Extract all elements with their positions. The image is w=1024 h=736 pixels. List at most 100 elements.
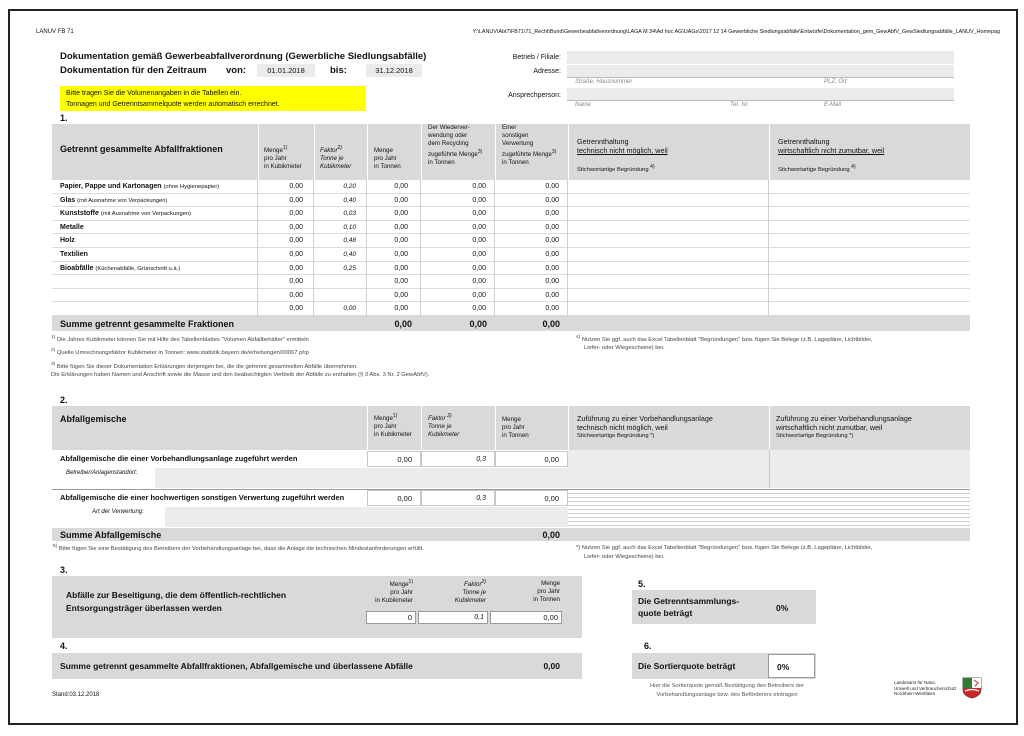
faktor-value: 0,40 <box>314 193 367 208</box>
section3-number: 3. <box>60 565 68 575</box>
wv-input[interactable]: 0,00 <box>421 180 495 194</box>
wv-input[interactable]: 0,00 <box>421 302 495 316</box>
table-row: Papier, Pappe und Kartonagen (ohne Hygie… <box>52 180 970 194</box>
wv-input[interactable]: 0,00 <box>421 275 495 289</box>
fraction-note: (ohne Hygienepapier) <box>163 184 220 190</box>
reason-tech-input[interactable] <box>568 207 769 221</box>
reason-econ-input[interactable] <box>769 262 970 276</box>
sv-input[interactable]: 0,00 <box>495 248 568 262</box>
strasse-hint: Straße, Hausnummer <box>575 79 633 85</box>
s1-col-menge: Menge1) pro Jahr in Kubikmeter <box>264 145 302 171</box>
tonnen-value: 0,00 <box>367 302 421 316</box>
wv-input[interactable]: 0,00 <box>421 234 495 248</box>
fraction-name: Kunststoffe <box>60 210 99 218</box>
faktor-value <box>314 288 367 303</box>
menge-input[interactable]: 0,00 <box>258 261 314 276</box>
s2-row1-tonnen: 0,00 <box>495 451 568 467</box>
reason-tech-input[interactable] <box>568 220 769 235</box>
menge-input[interactable]: 0,00 <box>258 248 314 262</box>
reason-econ-input[interactable] <box>769 180 970 194</box>
menge-input[interactable]: 0,00 <box>258 275 314 289</box>
s3-menge-input[interactable]: 0 <box>366 611 416 624</box>
menge-input[interactable]: 0,00 <box>258 234 314 248</box>
reason-econ-input[interactable] <box>769 234 970 248</box>
tonnen-value: 0,00 <box>367 220 421 235</box>
wv-input[interactable]: 0,00 <box>421 193 495 208</box>
s1-sum-label: Summe getrennt gesammelte Fraktionen <box>60 319 235 329</box>
sv-input[interactable]: 0,00 <box>495 275 568 289</box>
s2-row1-sub-label: Betreiber/Anlagenstandort: <box>66 470 138 476</box>
bis-label: bis: <box>330 65 347 76</box>
s2-row2-reason-area[interactable] <box>568 490 970 528</box>
menge-input[interactable]: 0,00 <box>258 180 314 194</box>
s2-row1-label: Abfallgemische die einer Vorbehandlungsa… <box>60 454 298 463</box>
faktor-value: 0,10 <box>314 220 367 235</box>
sv-input[interactable]: 0,00 <box>495 234 568 248</box>
menge-input[interactable]: 0,00 <box>258 302 314 316</box>
sv-input[interactable]: 0,00 <box>495 180 568 194</box>
s2-col-menge: Menge1) pro Jahr in Kubikmeter <box>374 413 412 439</box>
menge-input[interactable]: 0,00 <box>258 288 314 303</box>
sv-input[interactable]: 0,00 <box>495 207 568 221</box>
fraction-note: (mit Ausnahme von Verpackungen) <box>100 211 192 218</box>
reason-econ-input[interactable] <box>769 289 970 303</box>
reason-tech-input[interactable] <box>568 180 769 194</box>
section6-number: 6. <box>644 641 652 651</box>
menge-input[interactable]: 0,00 <box>258 220 314 235</box>
reason-tech-input[interactable] <box>568 302 769 316</box>
verwertung-field[interactable] <box>165 507 568 527</box>
wv-input[interactable]: 0,00 <box>421 288 495 303</box>
row-name: Bioabfälle (Küchenabfälle, Grünschnitt u… <box>52 261 258 276</box>
s2-row1-menge[interactable]: 0,00 <box>367 451 421 467</box>
betreiber-field[interactable] <box>155 468 568 488</box>
reason-tech-input[interactable] <box>568 261 769 276</box>
reason-econ-input[interactable] <box>769 207 970 221</box>
sv-input[interactable]: 0,00 <box>495 261 568 276</box>
reason-tech-input[interactable] <box>568 275 769 289</box>
s1-col-sv: Einer sonstigen Verwertung zugeführte Me… <box>502 124 557 167</box>
von-date-field[interactable]: 01.01.2018 <box>257 64 315 77</box>
reason-econ-input[interactable] <box>769 302 970 316</box>
stand-date: Stand:03.12.2018 <box>52 692 100 698</box>
menge-input[interactable]: 0,00 <box>258 193 314 208</box>
sv-input[interactable]: 0,00 <box>495 193 568 208</box>
email-hint: E-Mail <box>824 102 842 108</box>
s6-value-input[interactable]: 0% <box>768 654 815 678</box>
wv-input[interactable]: 0,00 <box>421 248 495 262</box>
sv-input[interactable]: 0,00 <box>495 302 568 316</box>
reason-tech-input[interactable] <box>568 234 769 248</box>
s1-sum-wv: 0,00 <box>469 319 487 329</box>
betrieb-label: Betrieb / Filiale: <box>512 54 561 61</box>
bis-date-field[interactable]: 31.12.2018 <box>366 64 422 77</box>
s2-col-v2: Zuführung zu einer Vorbehandlungsanlage … <box>776 414 912 439</box>
sv-input[interactable]: 0,00 <box>495 288 568 303</box>
row-name <box>52 275 258 289</box>
reason-econ-input[interactable] <box>769 275 970 289</box>
table-row: Kunststoffe (mit Ausnahme von Verpackung… <box>52 207 970 221</box>
reason-tech-input[interactable] <box>568 288 769 303</box>
reason-tech-input[interactable] <box>568 193 769 208</box>
adresse-field[interactable] <box>567 65 954 77</box>
ansprech-field[interactable] <box>567 88 954 100</box>
s1-sum-sv: 0,00 <box>542 319 560 329</box>
reason-tech-input[interactable] <box>568 248 769 262</box>
tonnen-value: 0,00 <box>367 261 421 276</box>
betrieb-field[interactable] <box>567 51 954 64</box>
wv-input[interactable]: 0,00 <box>421 261 495 276</box>
menge-input[interactable]: 0,00 <box>258 207 314 221</box>
faktor-value: 0,00 <box>314 302 367 316</box>
section2-heading: Abfallgemische <box>60 414 127 424</box>
tonnen-value: 0,00 <box>367 193 421 208</box>
wv-input[interactable]: 0,00 <box>421 220 495 235</box>
section1-number: 1. <box>60 113 68 123</box>
table-row: Bioabfälle (Küchenabfälle, Grünschnitt u… <box>52 261 970 276</box>
wv-input[interactable]: 0,00 <box>421 207 495 221</box>
table-row: 0,00 0,00 0,00 0,00 0,00 <box>52 302 970 316</box>
reason-econ-input[interactable] <box>769 248 970 262</box>
reason-econ-input[interactable] <box>769 221 970 235</box>
reason-econ-input[interactable] <box>769 194 970 208</box>
row-name: Glas (mit Ausnahme von Verpackungen) <box>52 193 258 208</box>
row-name: Metalle <box>52 220 258 235</box>
s2-row2-menge[interactable]: 0,00 <box>367 490 421 506</box>
sv-input[interactable]: 0,00 <box>495 220 568 235</box>
